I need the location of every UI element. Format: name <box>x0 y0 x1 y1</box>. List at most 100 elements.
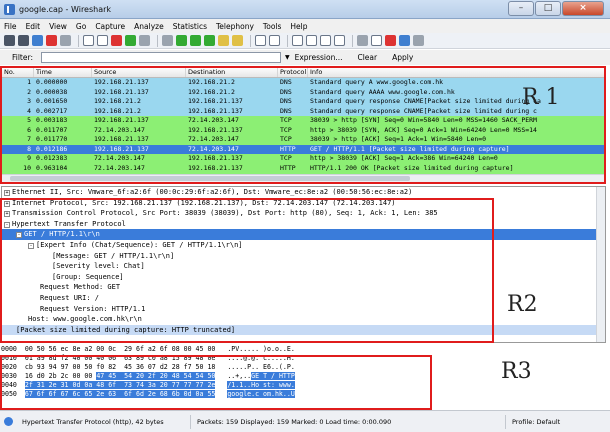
first-packet-icon[interactable] <box>218 35 229 46</box>
cell-no: 12 <box>2 183 34 184</box>
hex-bytes: 00 50 56 ec 8e a2 00 0c 29 6f a2 6f 08 0… <box>24 345 216 353</box>
apply-button[interactable]: Apply <box>392 53 413 62</box>
expand-icon[interactable]: + <box>4 211 10 218</box>
menu-analyze[interactable]: Analyze <box>134 22 164 31</box>
cell-proto: HTTP <box>280 163 296 172</box>
expand-icon[interactable]: + <box>4 200 10 207</box>
menu-edit[interactable]: Edit <box>26 22 41 31</box>
hex-ascii: .PV..... )o.o..E. <box>227 345 295 353</box>
status-bar: Hypertext Transfer Protocol (http), 42 b… <box>0 410 610 432</box>
menu-tools[interactable]: Tools <box>263 22 281 31</box>
zoom-out-icon[interactable] <box>306 35 317 46</box>
table-row[interactable]: 10 0.963104 72.14.203.147 192.168.21.137 HTT… <box>2 163 605 173</box>
go-forward-icon[interactable] <box>190 35 201 46</box>
hex-offset: 0030 <box>1 372 17 380</box>
menu-file[interactable]: File <box>4 22 17 31</box>
zoom-in-icon[interactable] <box>292 35 303 46</box>
column-source[interactable]: Source <box>92 67 186 77</box>
packet-rows: 1 0.000000 192.168.21.137 192.168.21.2 DNS St… <box>2 78 605 184</box>
packet-list-header: No. Time Source Destination Protocol Inf… <box>2 67 605 78</box>
tree-item[interactable]: - GET / HTTP/1.1\r\n <box>2 229 605 240</box>
interfaces-icon[interactable] <box>4 35 15 46</box>
close-button[interactable]: × <box>562 1 604 16</box>
hex-row: 0050 67 6f 6f 67 6c 65 2e 63 6f 6d 2e 68… <box>1 390 606 399</box>
autoscroll-icon[interactable] <box>269 35 280 46</box>
horizontal-scrollbar[interactable] <box>2 174 605 182</box>
preferences-icon[interactable] <box>399 35 410 46</box>
tree-item[interactable]: + Ethernet II, Src: Vmware_6f:a2:6f (00:0… <box>2 187 605 198</box>
menu-help[interactable]: Help <box>290 22 307 31</box>
help-icon[interactable] <box>413 35 424 46</box>
table-row[interactable]: 9 0.012383 72.14.203.147 192.168.21.137 TCP h… <box>2 154 605 164</box>
table-row[interactable]: 6 0.011707 72.14.203.147 192.168.21.137 TCP h… <box>2 125 605 135</box>
column-time[interactable]: Time <box>34 67 92 77</box>
menu-capture[interactable]: Capture <box>95 22 125 31</box>
tree-item[interactable]: [Packet size limited during capture: HTT… <box>2 324 605 336</box>
cell-dst: 192.168.21.137 <box>188 163 243 172</box>
vertical-scrollbar[interactable] <box>596 187 605 342</box>
menu-statistics[interactable]: Statistics <box>173 22 207 31</box>
close-file-icon[interactable] <box>111 35 122 46</box>
cell-src: 192.168.21.137 <box>94 87 149 96</box>
table-row[interactable]: 120.96322072.14.203.147192.168.21.137HTT… <box>2 183 605 184</box>
find-icon[interactable] <box>162 35 173 46</box>
table-row[interactable]: 4 0.002717 192.168.21.2 192.168.21.137 DNS St… <box>2 106 605 116</box>
coloring-rules-icon[interactable] <box>385 35 396 46</box>
collapse-icon[interactable]: - <box>4 221 10 228</box>
collapse-icon[interactable]: - <box>16 232 22 239</box>
expand-icon[interactable]: + <box>4 190 10 196</box>
status-profile[interactable]: Profile: Default <box>506 415 566 429</box>
stop-capture-icon[interactable] <box>46 35 57 46</box>
chevron-down-icon[interactable]: ▼ <box>285 54 290 61</box>
filter-input[interactable] <box>40 52 281 63</box>
go-back-icon[interactable] <box>176 35 187 46</box>
collapse-icon[interactable]: - <box>28 242 34 249</box>
tree-item[interactable]: - [Expert Info (Chat/Sequence): GET / HTT… <box>2 240 605 251</box>
open-icon[interactable] <box>83 35 94 46</box>
options-icon[interactable] <box>18 35 29 46</box>
window-controls: – □ × <box>507 1 604 16</box>
table-row[interactable]: 2 0.000038 192.168.21.137 192.168.21.2 DNS St… <box>2 87 605 97</box>
wireshark-icon <box>4 3 15 15</box>
tree-item[interactable]: [Group: Sequence] <box>2 272 605 283</box>
maximize-button[interactable]: □ <box>535 1 561 16</box>
capture-filters-icon[interactable] <box>357 35 368 46</box>
clear-button[interactable]: Clear <box>357 53 377 62</box>
colorize-icon[interactable] <box>255 35 266 46</box>
tree-item[interactable]: - Hypertext Transfer Protocol <box>2 219 605 230</box>
table-row[interactable]: 5 0.003183 192.168.21.137 72.14.203.147 TCP 3… <box>2 116 605 126</box>
expression-button[interactable]: Expression... <box>295 53 343 62</box>
display-filters-icon[interactable] <box>371 35 382 46</box>
hex-bytes-highlight: 67 6f 6f 67 6c 65 2e 63 6f 6d 2e 68 6b 0… <box>24 390 216 398</box>
column-info[interactable]: Info <box>308 67 605 77</box>
cell-dst: 192.168.21.137 <box>188 154 243 162</box>
tree-item[interactable]: [Message: GET / HTTP/1.1\r\n] <box>2 251 605 262</box>
save-icon[interactable] <box>97 35 108 46</box>
last-packet-icon[interactable] <box>232 35 243 46</box>
restart-capture-icon[interactable] <box>60 35 71 46</box>
table-row[interactable]: 7 0.011770 192.168.21.137 72.14.203.147 TCP 3… <box>2 135 605 145</box>
go-to-packet-icon[interactable] <box>204 35 215 46</box>
table-row[interactable]: 1 0.000000 192.168.21.137 192.168.21.2 DNS St… <box>2 78 605 88</box>
hex-ascii-highlight: /1.1..Ho st: www. <box>227 381 295 389</box>
column-protocol[interactable]: Protocol <box>278 67 308 77</box>
cell-src: 72.14.203.147 <box>94 163 145 172</box>
reload-icon[interactable] <box>125 35 136 46</box>
tree-item[interactable]: [Severity level: Chat] <box>2 261 605 272</box>
column-no[interactable]: No. <box>2 67 34 77</box>
minimize-button[interactable]: – <box>508 1 534 16</box>
tree-item[interactable]: + Transmission Control Protocol, Src Port… <box>2 208 605 219</box>
table-row[interactable]: 8 0.012186 192.168.21.137 72.14.203.147 HTTP… <box>2 144 605 154</box>
menu-go[interactable]: Go <box>76 22 86 31</box>
normal-size-icon[interactable] <box>320 35 331 46</box>
resize-columns-icon[interactable] <box>334 35 345 46</box>
cell-no: 5 <box>27 116 31 124</box>
print-icon[interactable] <box>139 35 150 46</box>
menu-view[interactable]: View <box>49 22 67 31</box>
menu-telephony[interactable]: Telephony <box>216 22 254 31</box>
tree-item[interactable]: + Internet Protocol, Src: 192.168.21.137 … <box>2 198 605 209</box>
start-capture-icon[interactable] <box>32 35 43 46</box>
column-destination[interactable]: Destination <box>186 67 278 77</box>
expert-info-icon[interactable] <box>4 417 13 426</box>
table-row[interactable]: 3 0.001650 192.168.21.2 192.168.21.137 DNS St… <box>2 97 605 107</box>
